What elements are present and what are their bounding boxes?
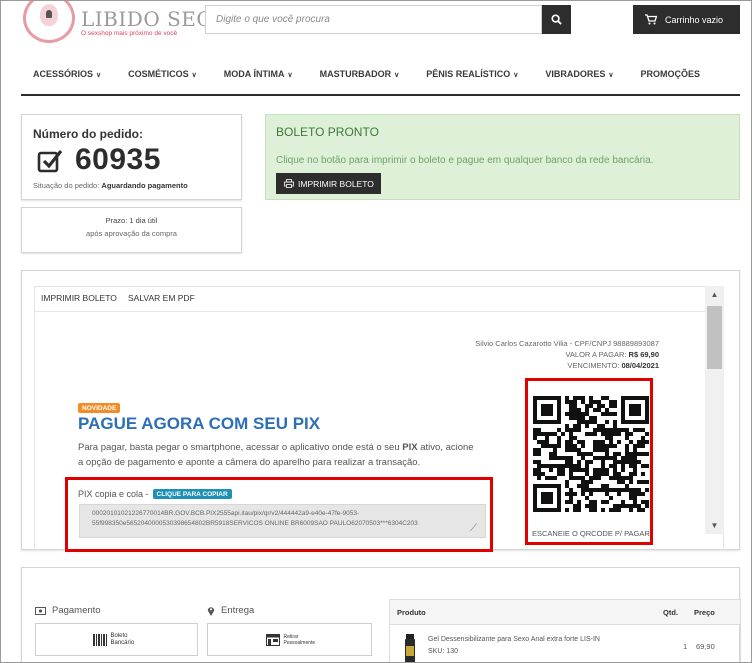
product-sku: SKU: 130: [428, 648, 458, 655]
pix-code-highlight: [65, 477, 493, 552]
nav-item-label: COSMÉTICOS: [128, 69, 189, 79]
table-header: Produto Qtd. Preço: [390, 600, 740, 625]
site-logo[interactable]: LIBIDO SECRETO O sexshop mais próximo de…: [23, 1, 273, 45]
nav-item-penis-realistico[interactable]: PÊNIS REALÍSTICO ∨: [426, 69, 518, 79]
print-boleto-button[interactable]: IMPRIMIR BOLETO: [276, 173, 381, 194]
pix-desc-bold: PIX: [402, 442, 418, 453]
boleto-ready-alert: BOLETO PRONTO Clique no botão para impri…: [265, 114, 740, 200]
logo-heart-icon: [23, 1, 75, 43]
page-frame: LIBIDO SECRETO O sexshop mais próximo de…: [0, 0, 752, 663]
delivery-label: Entrega: [221, 605, 255, 616]
order-summary-card: Pagamento Entrega Boleto Bancário Retira…: [21, 567, 741, 662]
cart-icon: [645, 14, 657, 25]
column-header-qty: Qtd.: [663, 608, 678, 617]
tabs-divider: [34, 311, 706, 312]
pix-desc-before: Para pagar, basta pegar o smartphone, ac…: [78, 442, 400, 453]
scrollbar-thumb[interactable]: [707, 306, 722, 369]
deadline-line1: Prazo: 1 dia útil: [105, 216, 158, 225]
printer-icon: [284, 179, 294, 188]
delivery-section-label: Entrega: [207, 605, 254, 616]
delivery-method-label: Retirar Pessoalmente: [283, 633, 316, 646]
order-status-prefix: Situação do pedido:: [33, 181, 100, 190]
payment-section-label: Pagamento: [35, 605, 101, 616]
payee-info: Silvio Carlos Cazarotto Vilia - CPF/CNPJ…: [475, 339, 659, 348]
amount-label: VALOR A PAGAR:: [565, 350, 627, 359]
store-icon: [265, 633, 280, 646]
map-pin-icon: [207, 606, 215, 616]
chevron-down-icon: ∨: [287, 72, 293, 79]
chevron-down-icon: ∨: [96, 72, 102, 79]
table-row: Gel Dessensibilizante para Sexo Anal ext…: [390, 626, 740, 662]
search-button[interactable]: [542, 5, 571, 34]
cart-button[interactable]: Carrinho vazio: [633, 5, 740, 34]
checkbox-checked-icon: [37, 150, 63, 173]
product-sku-value: 130: [446, 648, 458, 655]
due-date-label: VENCIMENTO:: [567, 361, 620, 370]
nav-item-promocoes[interactable]: PROMOÇÕES: [640, 69, 700, 79]
nav-item-label: MODA ÍNTIMA: [223, 69, 285, 79]
due-date-value: 08/04/2021: [621, 361, 659, 370]
chevron-down-icon: ∨: [608, 72, 614, 79]
due-date-info: VENCIMENTO: 08/04/2021: [567, 361, 659, 370]
product-name[interactable]: Gel Dessensibilizante para Sexo Anal ext…: [428, 636, 600, 643]
payment-method-label: Boleto Bancário: [110, 632, 135, 646]
amount-value: R$ 69,90: [628, 350, 659, 359]
nav-item-label: PÊNIS REALÍSTICO: [426, 69, 511, 79]
product-qty: 1: [683, 642, 688, 651]
column-header-product: Produto: [397, 608, 426, 617]
logo-tagline: O sexshop mais próximo de você: [81, 30, 178, 37]
nav-item-label: MASTURBADOR: [319, 69, 392, 79]
tab-print-boleto[interactable]: IMPRIMIR BOLETO: [41, 293, 117, 303]
pix-title: PAGUE AGORA COM SEU PIX: [78, 414, 321, 433]
pix-description: Para pagar, basta pegar o smartphone, ac…: [78, 440, 478, 470]
tab-save-pdf[interactable]: SALVAR EM PDF: [128, 293, 195, 303]
new-badge: NOVIDADE: [78, 403, 121, 413]
boleto-title: BOLETO PRONTO: [276, 125, 379, 139]
search-input[interactable]: [205, 5, 542, 34]
nav-item-vibradores[interactable]: VIBRADORES ∨: [545, 69, 613, 79]
payment-label: Pagamento: [52, 605, 101, 616]
payment-method-button[interactable]: Boleto Bancário: [35, 623, 198, 656]
order-number-label: Número do pedido:: [33, 127, 143, 141]
chevron-down-icon: ∨: [394, 72, 400, 79]
boleto-message: Clique no botão para imprimir o boleto e…: [276, 155, 654, 166]
column-header-price: Preço: [694, 608, 715, 617]
print-boleto-label: IMPRIMIR BOLETO: [298, 178, 374, 189]
nav-item-label: VIBRADORES: [545, 69, 606, 79]
nav-item-masturbador[interactable]: MASTURBADOR ∨: [320, 69, 400, 79]
product-price: 69,90: [696, 642, 715, 651]
cart-label: Carrinho vazio: [665, 14, 724, 25]
product-sku-label: SKU:: [428, 648, 445, 655]
delivery-method-button[interactable]: Retirar Pessoalmente: [207, 623, 372, 656]
order-number-card: Número do pedido: 60935 Situação do pedi…: [21, 114, 242, 200]
order-number: 60935: [75, 143, 161, 176]
amount-info: VALOR A PAGAR: R$ 69,90: [565, 350, 659, 359]
order-status: Situação do pedido: Aguardando pagamento: [33, 181, 188, 190]
money-icon: [35, 606, 46, 615]
deadline-card: Prazo: 1 dia útil após aprovação da comp…: [21, 207, 242, 253]
nav-divider: [21, 94, 740, 96]
nav-item-label: ACESSÓRIOS: [33, 69, 94, 79]
products-table: Produto Qtd. Preço Gel Dessensibilizante…: [389, 599, 741, 662]
search-icon: [551, 14, 562, 25]
qr-code-highlight: [525, 378, 653, 545]
chevron-down-icon: ∨: [513, 72, 519, 79]
nav-item-label: PROMOÇÕES: [640, 69, 700, 79]
scroll-down-icon[interactable]: ▼: [705, 517, 724, 534]
nav-item-cosmeticos[interactable]: COSMÉTICOS ∨: [128, 69, 197, 79]
chevron-down-icon: ∨: [191, 72, 197, 79]
nav-item-acessorios[interactable]: ACESSÓRIOS ∨: [33, 69, 101, 79]
main-nav: ACESSÓRIOS ∨ COSMÉTICOS ∨ MODA ÍNTIMA ∨ MAS…: [21, 63, 740, 85]
nav-item-moda-intima[interactable]: MODA ÍNTIMA ∨: [224, 69, 293, 79]
product-thumbnail: [405, 634, 415, 662]
scroll-up-icon[interactable]: ▲: [705, 286, 724, 303]
barcode-icon: [92, 633, 107, 646]
deadline-line2: após aprovação da compra: [86, 229, 177, 238]
order-status-value: Aguardando pagamento: [101, 181, 188, 190]
